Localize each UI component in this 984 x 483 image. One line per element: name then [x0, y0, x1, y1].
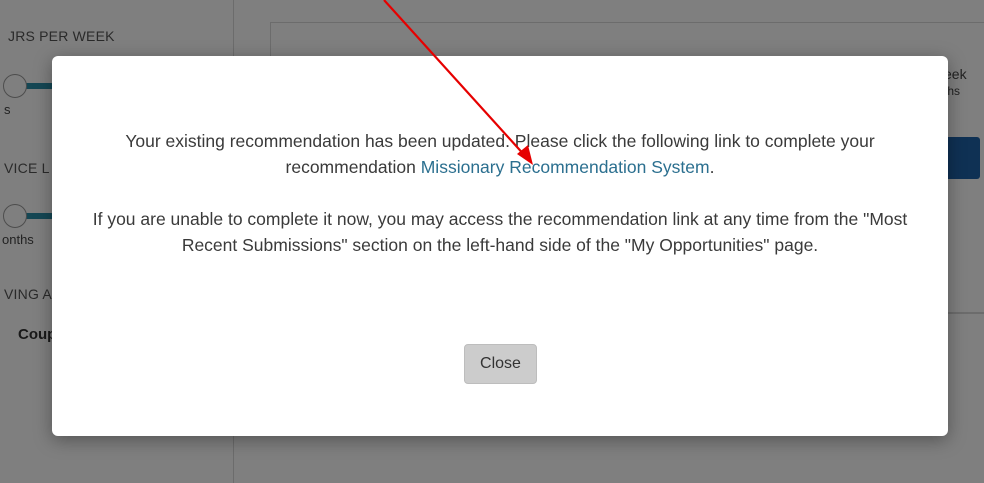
- page: JRS PER WEEK s VICE L onths VING A Coup …: [0, 0, 984, 483]
- modal-message-period: .: [709, 157, 715, 177]
- close-button[interactable]: Close: [464, 344, 537, 384]
- modal-message-primary: Your existing recommendation has been up…: [82, 128, 918, 180]
- modal-message-secondary: If you are unable to complete it now, yo…: [92, 209, 908, 255]
- recommendation-updated-modal: Your existing recommendation has been up…: [52, 56, 948, 436]
- missionary-recommendation-system-link[interactable]: Missionary Recommendation System: [421, 157, 710, 177]
- modal-body: Your existing recommendation has been up…: [82, 128, 918, 258]
